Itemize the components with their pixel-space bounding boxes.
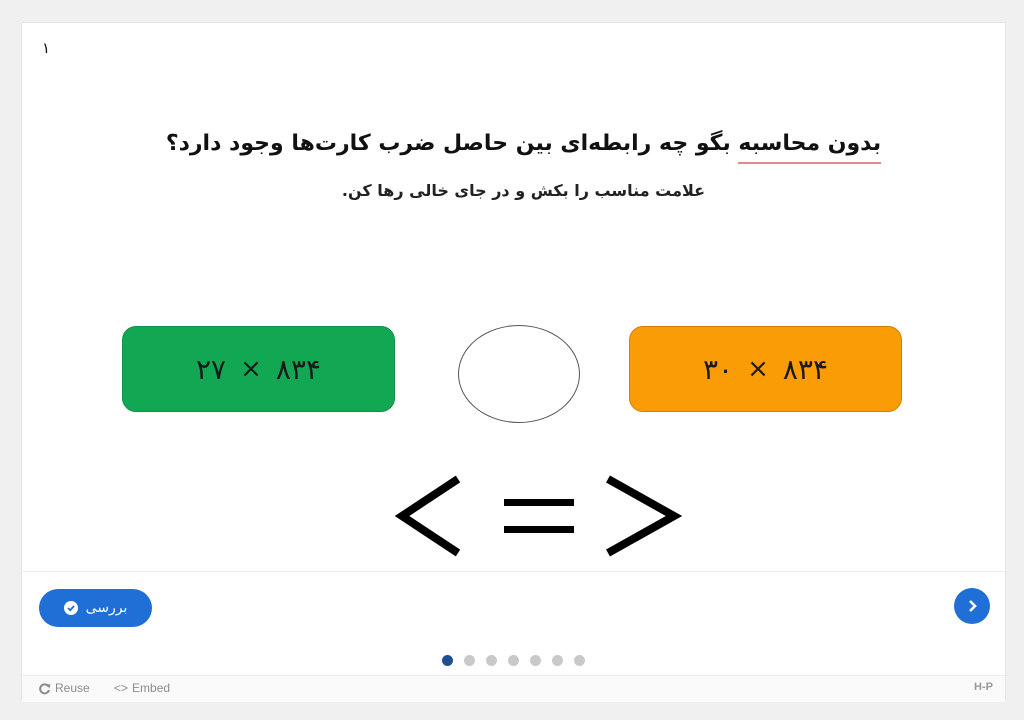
reuse-label: Reuse: [55, 681, 90, 695]
card-right-operand-b: ۳۰: [703, 352, 734, 386]
card-right-operator: ×: [747, 354, 769, 384]
pagination-dot-2[interactable]: [464, 655, 475, 666]
pagination-dot-4[interactable]: [508, 655, 519, 666]
card-right-operand-a: ۸۳۴: [782, 352, 828, 386]
title-text: بگو چه رابطه‌ای بین حاصل ضرب کارت‌ها وجو…: [165, 131, 739, 156]
embed-link[interactable]: <> Embed: [114, 681, 170, 695]
next-slide-button[interactable]: [954, 588, 990, 624]
slide-pagination: [22, 655, 1005, 666]
h5p-logo[interactable]: H-P: [974, 681, 993, 693]
draggable-greater-than[interactable]: [602, 471, 682, 561]
h5p-content-panel: ۱ بدون محاسبه بگو چه رابطه‌ای بین حاصل ض…: [21, 22, 1006, 702]
drop-zone[interactable]: [458, 325, 580, 423]
h5p-footer: Reuse <> Embed H-P: [22, 675, 1005, 702]
pagination-dot-1[interactable]: [442, 655, 453, 666]
check-button-label: بررسی: [85, 600, 128, 616]
question-title: بدون محاسبه بگو چه رابطه‌ای بین حاصل ضرب…: [122, 131, 925, 164]
code-icon: <>: [114, 681, 129, 695]
card-left-operator: ×: [240, 354, 262, 384]
card-834x30: ۸۳۴ × ۳۰: [629, 326, 902, 412]
draggable-less-than[interactable]: [392, 471, 464, 561]
slide-number: ۱: [42, 39, 51, 57]
refresh-icon: [39, 682, 51, 694]
pagination-dot-3[interactable]: [486, 655, 497, 666]
card-834x27: ۸۳۴ × ۲۷: [122, 326, 395, 412]
card-left-operand-a: ۸۳۴: [275, 352, 321, 386]
embed-label: Embed: [132, 681, 171, 695]
check-button[interactable]: بررسی: [39, 589, 152, 627]
draggable-equals[interactable]: [482, 471, 582, 561]
card-left-operand-b: ۲۷: [196, 352, 227, 386]
pagination-dot-7[interactable]: [574, 655, 585, 666]
nav-separator: [22, 571, 1005, 572]
draggable-symbols: [372, 471, 692, 571]
pagination-dot-6[interactable]: [552, 655, 563, 666]
pagination-dot-5[interactable]: [530, 655, 541, 666]
chevron-right-icon: [969, 600, 977, 612]
title-highlight: بدون محاسبه: [738, 131, 882, 164]
instruction-text: علامت مناسب را بکش و در جای خالی رها کن.: [341, 181, 706, 200]
reuse-link[interactable]: Reuse: [38, 681, 90, 695]
check-circle-icon: [63, 601, 78, 615]
